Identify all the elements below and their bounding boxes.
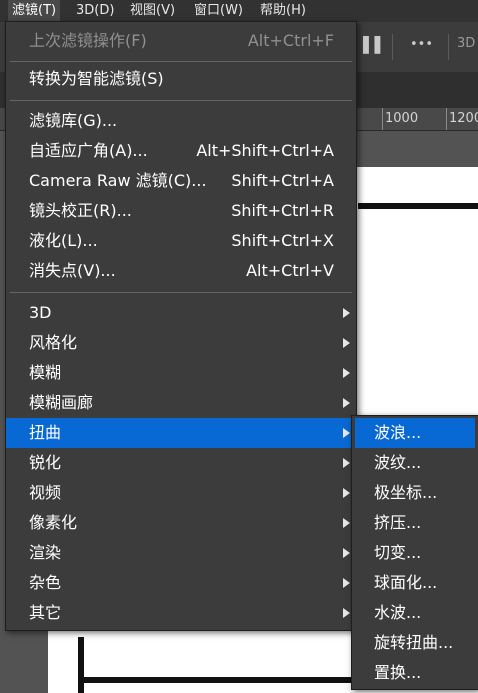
menu-item-label: 液化(L)... bbox=[29, 231, 98, 250]
menu-item-vanishing-point[interactable]: 消失点(V)... Alt+Ctrl+V bbox=[6, 256, 356, 286]
menu-item-distort[interactable]: 扭曲 bbox=[6, 418, 356, 448]
submenu-item-label: 挤压... bbox=[374, 513, 422, 532]
menu-item-label: 扭曲 bbox=[29, 423, 62, 442]
submenu-arrow-icon bbox=[343, 428, 350, 438]
ruler-label: 1000 bbox=[385, 111, 419, 126]
menu-item-label: 其它 bbox=[29, 603, 62, 622]
menu-item-camera-raw-filter[interactable]: Camera Raw 滤镜(C)... Shift+Ctrl+A bbox=[6, 166, 356, 196]
distort-submenu: 波浪... 波纹... 极坐标... 挤压... 切变... 球面化... 水波… bbox=[351, 415, 478, 690]
submenu-item-label: 波浪... bbox=[374, 423, 422, 442]
menu-help[interactable]: 帮助(H) bbox=[256, 0, 310, 22]
menu-separator bbox=[10, 292, 352, 293]
menu-item-label: 模糊画廊 bbox=[29, 393, 94, 412]
menu-item-label: 视频 bbox=[29, 483, 62, 502]
menu-item-label: 风格化 bbox=[29, 333, 78, 352]
options-divider bbox=[448, 34, 449, 60]
submenu-item-label: 置换... bbox=[374, 663, 422, 682]
submenu-item-twirl[interactable]: 旋转扭曲... bbox=[352, 628, 478, 658]
menu-bar: 滤镜(T) 3D(D) 视图(V) 窗口(W) 帮助(H) bbox=[0, 0, 478, 22]
submenu-item-label: 旋转扭曲... bbox=[374, 633, 454, 652]
submenu-arrow-icon bbox=[343, 518, 350, 528]
artwork-stroke bbox=[358, 203, 478, 209]
menu-item-label: 3D bbox=[29, 303, 52, 322]
submenu-item-zigzag[interactable]: 水波... bbox=[352, 598, 478, 628]
submenu-arrow-icon bbox=[343, 578, 350, 588]
submenu-item-wave[interactable]: 波浪... bbox=[355, 418, 475, 448]
menu-item-label: 渲染 bbox=[29, 543, 62, 562]
menu-item-adaptive-wide-angle[interactable]: 自适应广角(A)... Alt+Shift+Ctrl+A bbox=[6, 136, 356, 166]
menu-item-render[interactable]: 渲染 bbox=[6, 538, 356, 568]
menu-view[interactable]: 视图(V) bbox=[126, 0, 179, 22]
submenu-item-label: 切变... bbox=[374, 543, 422, 562]
menu-item-convert-smart-filter[interactable]: 转换为智能滤镜(S) bbox=[6, 64, 356, 94]
submenu-item-label: 波纹... bbox=[374, 453, 422, 472]
menu-item-label: 镜头校正(R)... bbox=[29, 201, 132, 220]
menu-item-other[interactable]: 其它 bbox=[6, 598, 356, 628]
menu-item-label: 上次滤镜操作(F) bbox=[29, 31, 147, 50]
submenu-arrow-icon bbox=[343, 338, 350, 348]
submenu-item-shear[interactable]: 切变... bbox=[352, 538, 478, 568]
menu-item-label: 消失点(V)... bbox=[29, 261, 116, 280]
menu-item-blur-gallery[interactable]: 模糊画廊 bbox=[6, 388, 356, 418]
menu-item-label: Camera Raw 滤镜(C)... bbox=[29, 171, 207, 190]
menu-item-3d[interactable]: 3D bbox=[6, 298, 356, 328]
submenu-arrow-icon bbox=[343, 368, 350, 378]
ruler-tick bbox=[382, 108, 383, 130]
menu-item-label: 滤镜库(G)... bbox=[29, 111, 118, 130]
submenu-arrow-icon bbox=[343, 458, 350, 468]
menu-item-video[interactable]: 视频 bbox=[6, 478, 356, 508]
artwork-stroke bbox=[78, 637, 84, 693]
menu-separator bbox=[10, 100, 352, 101]
mode-3d-label[interactable]: 3D bbox=[457, 36, 475, 51]
menu-item-label: 杂色 bbox=[29, 573, 62, 592]
menu-item-label: 锐化 bbox=[29, 453, 62, 472]
submenu-item-label: 极坐标... bbox=[374, 483, 438, 502]
submenu-arrow-icon bbox=[343, 608, 350, 618]
submenu-item-pinch[interactable]: 挤压... bbox=[352, 508, 478, 538]
menu-item-blur[interactable]: 模糊 bbox=[6, 358, 356, 388]
submenu-item-label: 球面化... bbox=[374, 573, 438, 592]
submenu-item-polar-coordinates[interactable]: 极坐标... bbox=[352, 478, 478, 508]
menu-item-shortcut: Alt+Shift+Ctrl+A bbox=[196, 141, 334, 160]
more-options-icon[interactable]: ••• bbox=[410, 37, 433, 52]
menu-3d[interactable]: 3D(D) bbox=[72, 0, 118, 22]
menu-item-shortcut: Alt+Ctrl+F bbox=[247, 31, 334, 50]
menu-item-label: 模糊 bbox=[29, 363, 62, 382]
menu-item-liquify[interactable]: 液化(L)... Shift+Ctrl+X bbox=[6, 226, 356, 256]
submenu-arrow-icon bbox=[343, 398, 350, 408]
submenu-item-label: 水波... bbox=[374, 603, 422, 622]
options-divider bbox=[392, 34, 393, 60]
menu-item-label: 像素化 bbox=[29, 513, 78, 532]
submenu-arrow-icon bbox=[343, 488, 350, 498]
menu-filter[interactable]: 滤镜(T) bbox=[8, 0, 61, 22]
menu-item-shortcut: Shift+Ctrl+X bbox=[231, 231, 334, 250]
menu-item-shortcut: Shift+Ctrl+A bbox=[231, 171, 334, 190]
menu-item-sharpen[interactable]: 锐化 bbox=[6, 448, 356, 478]
menu-item-shortcut: Shift+Ctrl+R bbox=[231, 201, 334, 220]
ruler-tick bbox=[446, 108, 447, 130]
submenu-item-ripple[interactable]: 波纹... bbox=[352, 448, 478, 478]
menu-item-pixelate[interactable]: 像素化 bbox=[6, 508, 356, 538]
menu-item-filter-gallery[interactable]: 滤镜库(G)... bbox=[6, 106, 356, 136]
submenu-arrow-icon bbox=[343, 308, 350, 318]
submenu-item-spherize[interactable]: 球面化... bbox=[352, 568, 478, 598]
menu-item-label: 自适应广角(A)... bbox=[29, 141, 148, 160]
align-icon[interactable]: ▌▌ bbox=[363, 36, 386, 54]
submenu-arrow-icon bbox=[343, 548, 350, 558]
menu-item-noise[interactable]: 杂色 bbox=[6, 568, 356, 598]
menu-window[interactable]: 窗口(W) bbox=[190, 0, 247, 22]
submenu-item-displace[interactable]: 置换... bbox=[352, 658, 478, 688]
menu-item-shortcut: Alt+Ctrl+V bbox=[246, 261, 334, 280]
ruler-label: 1200 bbox=[449, 111, 478, 126]
menu-item-stylize[interactable]: 风格化 bbox=[6, 328, 356, 358]
menu-item-lens-correction[interactable]: 镜头校正(R)... Shift+Ctrl+R bbox=[6, 196, 356, 226]
menu-item-last-filter: 上次滤镜操作(F) Alt+Ctrl+F bbox=[6, 26, 356, 56]
menu-item-label: 转换为智能滤镜(S) bbox=[29, 69, 164, 88]
filter-menu-dropdown: 上次滤镜操作(F) Alt+Ctrl+F 转换为智能滤镜(S) 滤镜库(G)..… bbox=[5, 21, 357, 631]
menu-separator bbox=[10, 61, 352, 62]
